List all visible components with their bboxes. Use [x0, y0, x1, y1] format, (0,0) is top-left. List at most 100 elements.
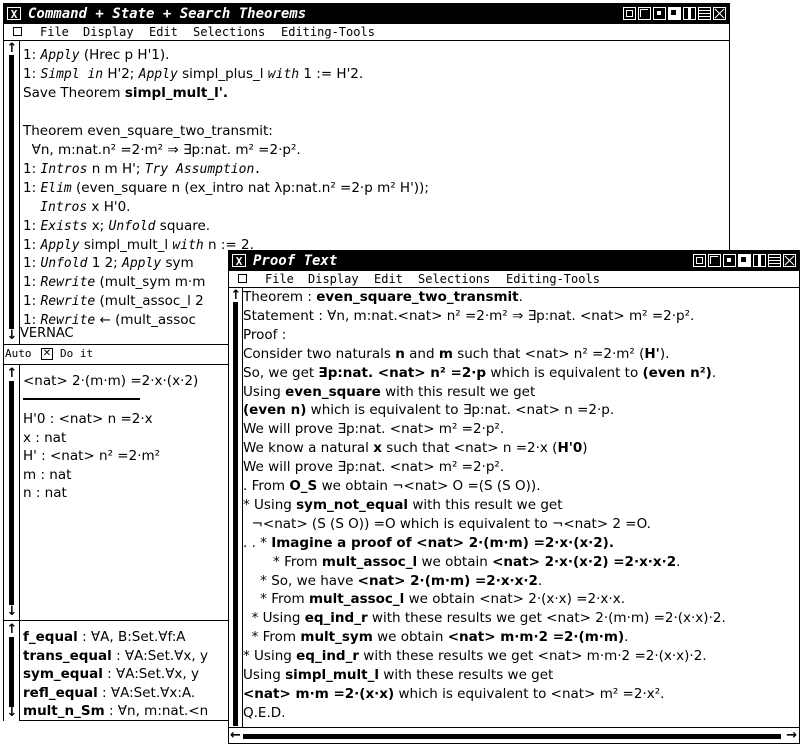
menu-display[interactable]: Display: [83, 24, 134, 40]
proof-line: * From mult_sym we obtain <nat> m·m·2 =2…: [243, 628, 629, 647]
command-scrollbar[interactable]: ↑ ↓: [4, 41, 20, 344]
scroll-down-arrow-icon[interactable]: ↓: [6, 706, 18, 719]
command-window-titlebar[interactable]: X Command + State + Search Theorems: [4, 4, 729, 24]
scroll-track[interactable]: [9, 637, 14, 707]
proof-line: * Using eq_ind_r with these results we g…: [243, 647, 707, 666]
command-line: 1: Elim (even_square n (ex_intro nat λp:…: [23, 179, 429, 198]
iconify-icon[interactable]: [693, 254, 706, 267]
hypothesis-item: n : nat: [23, 485, 67, 501]
text-segment: mult_n_Sm: [23, 703, 105, 719]
maximize-horizontal-icon[interactable]: [768, 254, 781, 267]
scroll-down-arrow-icon[interactable]: ↓: [6, 605, 18, 618]
text-segment: . . *: [243, 534, 272, 551]
menu-file[interactable]: File: [40, 24, 69, 40]
text-segment: (even_square n (ex_intro nat λp:nat.n² =…: [71, 179, 429, 196]
text-segment: f_equal: [23, 629, 78, 645]
command-line: 1: Intros n m H'; Try Assumption.: [23, 160, 262, 179]
window-menu-icon[interactable]: X: [7, 7, 21, 21]
text-segment: such that <nat> n =2·x (: [381, 440, 558, 457]
text-segment: mult_sym: [300, 629, 373, 646]
text-segment: .: [676, 553, 681, 570]
menu-checkbox[interactable]: [238, 274, 247, 283]
window-title: Proof Text: [253, 253, 338, 269]
proof-text-pane[interactable]: Theorem : even_square_two_transmit. State…: [229, 288, 799, 727]
scroll-track[interactable]: [243, 734, 781, 739]
text-segment: [23, 199, 40, 215]
proof-line: Statement : ∀n, m:nat.<nat> n² =2·m² ⇒ ∃…: [243, 307, 694, 326]
scroll-right-arrow-icon[interactable]: →: [786, 728, 797, 744]
menu-selections[interactable]: Selections: [193, 24, 265, 40]
text-segment: ∀n, m:nat.n² =2·m² ⇒ ∃p:nat. m² =2·p².: [23, 141, 301, 158]
text-segment: Theorem :: [243, 289, 317, 305]
scroll-up-arrow-icon[interactable]: ↑: [6, 367, 18, 380]
maximize-vertical-icon[interactable]: [683, 7, 696, 20]
menu-editing-tools[interactable]: Editing-Tools: [281, 24, 375, 40]
menu-selections[interactable]: Selections: [418, 271, 490, 287]
state-scrollbar[interactable]: ↑ ↓: [4, 365, 20, 620]
text-segment: sym_equal: [23, 666, 103, 682]
resize-icon[interactable]: [708, 254, 721, 267]
text-segment: which is equivalent to ∃p:nat. <nat> n =…: [306, 402, 615, 419]
scroll-track[interactable]: [9, 381, 14, 605]
scroll-up-arrow-icon[interactable]: ↑: [6, 42, 18, 55]
text-segment: even_square: [285, 383, 381, 400]
shrink-icon[interactable]: [723, 254, 736, 267]
text-segment: 1:: [23, 179, 41, 196]
iconify-icon[interactable]: [623, 7, 636, 20]
text-segment: even_square_two_transmit: [316, 289, 519, 305]
scroll-left-arrow-icon[interactable]: ←: [230, 728, 241, 744]
menu-edit[interactable]: Edit: [374, 271, 403, 287]
scroll-down-arrow-icon[interactable]: ↓: [6, 329, 18, 342]
text-segment: Statement : ∀n, m:nat.<nat> n² =2·m² ⇒ ∃…: [243, 307, 695, 324]
doit-checkbox[interactable]: ✕: [41, 348, 53, 360]
shrink-icon[interactable]: [653, 7, 666, 20]
menu-edit[interactable]: Edit: [149, 24, 178, 40]
command-line: 1: Rewrite (mult_sym m·m: [23, 273, 205, 292]
doit-label: Do it: [60, 347, 94, 360]
text-segment: x: [373, 440, 382, 457]
text-segment: H'0: [557, 440, 583, 457]
proof-line: We know a natural x such that <nat> n =2…: [243, 439, 588, 458]
search-scrollbar[interactable]: ↑ ↓: [4, 621, 20, 721]
text-segment: Intros: [40, 199, 88, 215]
proof-line: ¬<nat> (S (S O)) =O which is equivalent …: [243, 515, 651, 534]
text-segment: H': [644, 345, 660, 362]
text-segment: Using: [243, 383, 286, 400]
maximize-horizontal-icon[interactable]: [698, 7, 711, 20]
text-segment: ∃p:nat. <nat> n² =2·p: [318, 364, 487, 381]
close-icon[interactable]: [783, 254, 796, 267]
maximize-icon[interactable]: [668, 7, 681, 20]
proof-window-titlebar[interactable]: X Proof Text: [229, 251, 799, 271]
text-segment: : ∀A, B:Set.∀f:A: [77, 629, 186, 645]
scroll-up-arrow-icon[interactable]: ↑: [6, 623, 18, 636]
scroll-track[interactable]: [9, 55, 14, 329]
text-segment: square.: [155, 217, 211, 234]
maximize-icon[interactable]: [738, 254, 751, 267]
menu-checkbox[interactable]: [13, 27, 22, 36]
text-segment: : ∀A:Set.∀x, y: [111, 647, 208, 664]
text-segment: we obtain <nat> 2·(x·x) =2·x·x.: [404, 591, 625, 608]
menu-display[interactable]: Display: [308, 271, 359, 287]
text-segment: . From: [243, 478, 290, 494]
close-icon[interactable]: [713, 7, 726, 20]
text-segment: x;: [87, 217, 109, 234]
text-segment: Rewrite: [40, 275, 96, 291]
text-segment: Intros: [40, 161, 88, 177]
resize-icon[interactable]: [638, 7, 651, 20]
proof-line: Proof :: [243, 326, 286, 345]
command-line: 1: Rewrite (mult_assoc_l 2: [23, 292, 204, 311]
text-segment: n m H';: [87, 160, 145, 177]
maximize-vertical-icon[interactable]: [753, 254, 766, 267]
proof-horizontal-scrollbar[interactable]: ← →: [229, 727, 799, 744]
window-menu-icon[interactable]: X: [232, 254, 246, 268]
command-line: 1: Apply (Hrec p H'1).: [23, 46, 169, 65]
text-segment: : ∀n, m:nat.<n: [104, 703, 209, 719]
text-segment: Theorem: [23, 122, 88, 139]
search-result-item: mult_n_Sm : ∀n, m:nat.<n: [23, 702, 208, 720]
proof-line: * Using sym_not_equal with this result w…: [243, 496, 563, 515]
hypothesis-item: x : nat: [23, 429, 67, 446]
text-segment: with: [172, 237, 204, 253]
command-line: 1: Apply simpl_mult_l with n := 2.: [23, 236, 254, 255]
menu-editing-tools[interactable]: Editing-Tools: [506, 271, 600, 287]
menu-file[interactable]: File: [265, 271, 294, 287]
